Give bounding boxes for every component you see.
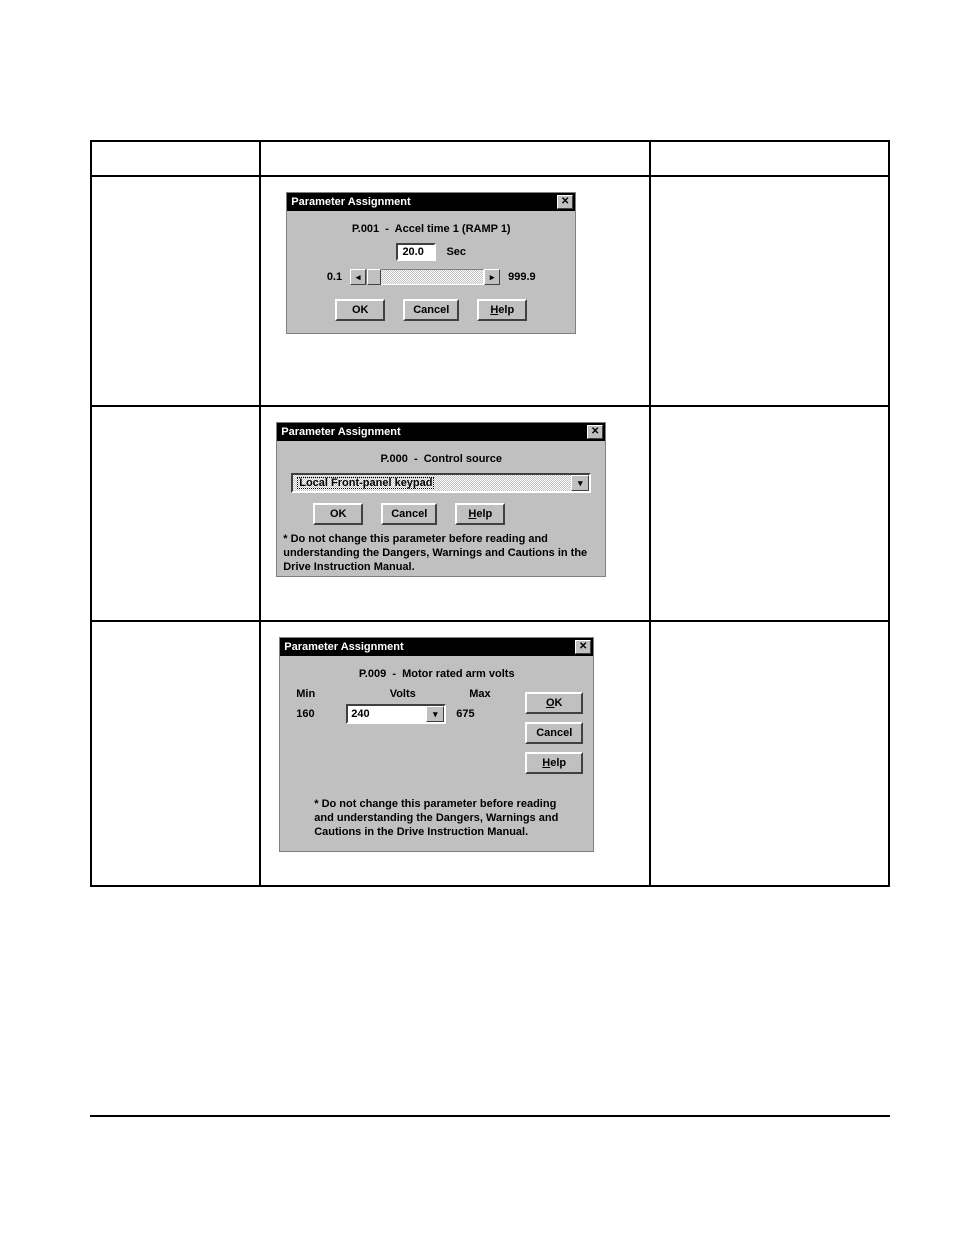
control-source-select[interactable]: Local Front-panel keypad ▾ bbox=[291, 473, 591, 493]
cancel-button[interactable]: Cancel bbox=[525, 722, 583, 744]
parameter-heading: P.009 - Motor rated arm volts bbox=[290, 668, 583, 680]
warning-text: * Do not change this parameter before re… bbox=[290, 798, 583, 843]
scroll-right-icon[interactable]: ▸ bbox=[484, 269, 500, 285]
slider-thumb[interactable] bbox=[367, 269, 381, 285]
range-min-label: 0.1 bbox=[327, 271, 342, 283]
parameter-heading: P.000 - Control source bbox=[285, 453, 597, 465]
warning-text: * Do not change this parameter before re… bbox=[277, 529, 605, 576]
title-bar[interactable]: Parameter Assignment ✕ bbox=[277, 423, 605, 441]
title-bar[interactable]: Parameter Assignment ✕ bbox=[287, 193, 575, 211]
unit-label: Sec bbox=[446, 246, 466, 258]
cancel-button[interactable]: Cancel bbox=[403, 299, 459, 321]
ok-button[interactable]: OK bbox=[525, 692, 583, 714]
help-button[interactable]: Help bbox=[455, 503, 505, 525]
dialog-title: Parameter Assignment bbox=[281, 426, 400, 438]
chevron-down-icon[interactable]: ▾ bbox=[426, 706, 444, 722]
ok-button[interactable]: OK bbox=[313, 503, 363, 525]
range-max-label: 999.9 bbox=[508, 271, 536, 283]
help-button[interactable]: Help bbox=[525, 752, 583, 774]
parameter-assignment-dialog-minmax: Parameter Assignment ✕ P.009 - Motor rat… bbox=[279, 637, 594, 852]
slider-track[interactable] bbox=[366, 269, 484, 285]
parameter-assignment-dialog-combo: Parameter Assignment ✕ P.000 - Control s… bbox=[276, 422, 606, 577]
parameter-heading: P.001 - Accel time 1 (RAMP 1) bbox=[297, 223, 565, 235]
min-value: 160 bbox=[296, 708, 336, 720]
max-value: 675 bbox=[456, 708, 496, 720]
ok-button[interactable]: OK bbox=[335, 299, 385, 321]
min-header: Min bbox=[296, 688, 336, 700]
footer-rule bbox=[90, 1115, 890, 1117]
range-slider[interactable]: ◂ ▸ bbox=[350, 269, 500, 285]
value-input[interactable]: 20.0 bbox=[396, 243, 436, 261]
max-header: Max bbox=[469, 688, 509, 700]
help-button[interactable]: Help bbox=[477, 299, 527, 321]
chevron-down-icon[interactable]: ▾ bbox=[571, 475, 589, 491]
select-value: 240 bbox=[348, 706, 426, 722]
unit-header: Volts bbox=[336, 688, 469, 700]
select-value: Local Front-panel keypad bbox=[297, 477, 434, 489]
cancel-button[interactable]: Cancel bbox=[381, 503, 437, 525]
title-bar[interactable]: Parameter Assignment ✕ bbox=[280, 638, 593, 656]
close-icon[interactable]: ✕ bbox=[575, 640, 591, 654]
close-icon[interactable]: ✕ bbox=[557, 195, 573, 209]
value-select[interactable]: 240 ▾ bbox=[346, 704, 446, 724]
dialog-title: Parameter Assignment bbox=[284, 641, 403, 653]
parameter-assignment-dialog-slider: Parameter Assignment ✕ P.001 - Accel tim… bbox=[286, 192, 576, 334]
dialog-title: Parameter Assignment bbox=[291, 196, 410, 208]
close-icon[interactable]: ✕ bbox=[587, 425, 603, 439]
layout-table: Parameter Assignment ✕ P.001 - Accel tim… bbox=[90, 140, 890, 887]
scroll-left-icon[interactable]: ◂ bbox=[350, 269, 366, 285]
